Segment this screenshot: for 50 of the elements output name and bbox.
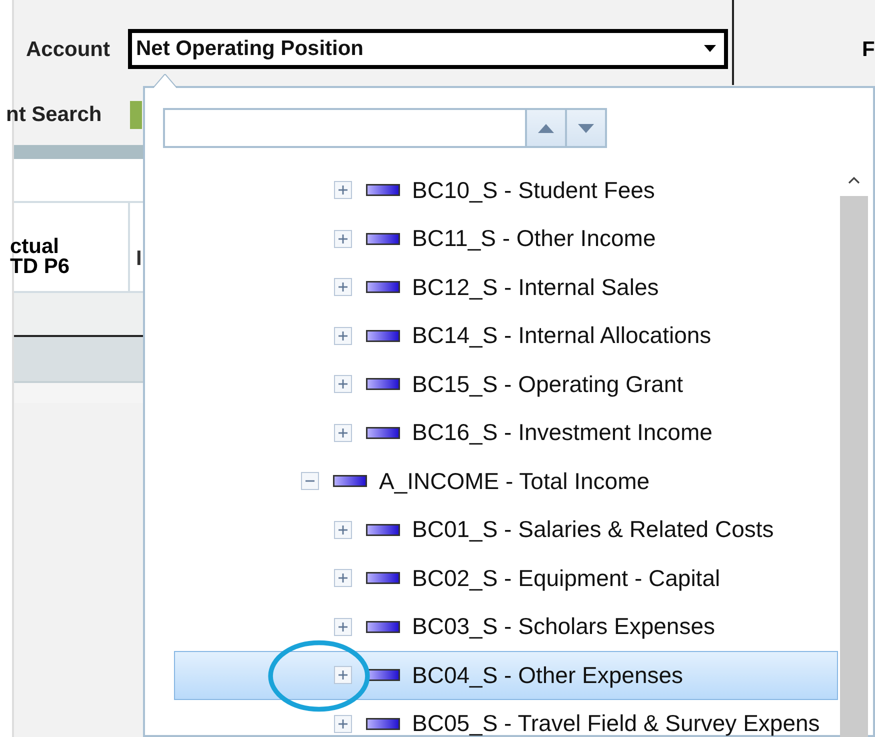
previous-button[interactable] xyxy=(527,108,567,148)
search-label: nt Search xyxy=(6,103,103,127)
search-field[interactable] xyxy=(163,108,527,148)
column-header: I xyxy=(136,246,142,272)
member-icon xyxy=(366,184,400,196)
status-indicator xyxy=(130,101,142,129)
down-arrow-icon xyxy=(578,124,594,132)
field-label: F xyxy=(862,36,875,62)
expand-icon[interactable] xyxy=(334,618,352,636)
expand-icon[interactable] xyxy=(334,714,352,733)
member-icon xyxy=(366,378,400,390)
tree-item[interactable]: BC10_S - Student Fees xyxy=(174,166,838,214)
member-icon xyxy=(366,669,400,682)
account-dropdown[interactable]: Net Operating Position xyxy=(128,28,728,68)
member-icon xyxy=(366,572,400,584)
collapse-icon[interactable] xyxy=(301,472,319,490)
tree-item[interactable]: BC03_S - Scholars Expenses xyxy=(174,602,838,651)
member-icon xyxy=(366,718,400,730)
expand-icon[interactable] xyxy=(334,424,352,442)
up-arrow-icon xyxy=(538,124,554,132)
tree-item[interactable]: BC16_S - Investment Income xyxy=(174,408,838,457)
expand-icon[interactable] xyxy=(334,230,352,248)
caret-icon xyxy=(704,45,716,52)
tree-item[interactable]: BC01_S - Salaries & Related Costs xyxy=(174,506,838,554)
member-icon xyxy=(366,426,400,439)
member-icon xyxy=(366,232,400,245)
member-icon xyxy=(366,281,400,294)
tree-item[interactable]: BC12_S - Internal Sales xyxy=(174,263,838,312)
account-label: Account xyxy=(26,36,111,62)
column-header: ctual TD P6 xyxy=(10,203,130,291)
member-icon xyxy=(366,524,400,536)
expand-icon[interactable] xyxy=(334,375,352,394)
expand-icon[interactable] xyxy=(334,569,352,588)
expand-icon[interactable] xyxy=(334,278,352,296)
tree-item[interactable]: BC05_S - Travel Field & Survey Expens xyxy=(174,700,838,737)
tree-item[interactable]: A_INCOME - Total Income xyxy=(174,457,838,506)
expand-icon[interactable] xyxy=(334,666,352,684)
tree-item[interactable]: BC11_S - Other Income xyxy=(174,214,838,263)
scroll-up-icon[interactable] xyxy=(848,176,860,184)
tree-item[interactable]: BC15_S - Operating Grant xyxy=(174,360,838,408)
expand-icon[interactable] xyxy=(334,181,352,200)
tree-item[interactable]: BC04_S - Other Expenses xyxy=(174,651,838,700)
expand-icon[interactable] xyxy=(334,326,352,345)
member-icon xyxy=(333,475,367,488)
next-button[interactable] xyxy=(567,108,607,148)
expand-icon[interactable] xyxy=(334,520,352,539)
member-icon xyxy=(366,620,400,633)
tree-item[interactable]: BC02_S - Equipment - Capital xyxy=(174,554,838,602)
member-icon xyxy=(366,330,400,342)
tree-item[interactable]: BC14_S - Internal Allocations xyxy=(174,312,838,360)
